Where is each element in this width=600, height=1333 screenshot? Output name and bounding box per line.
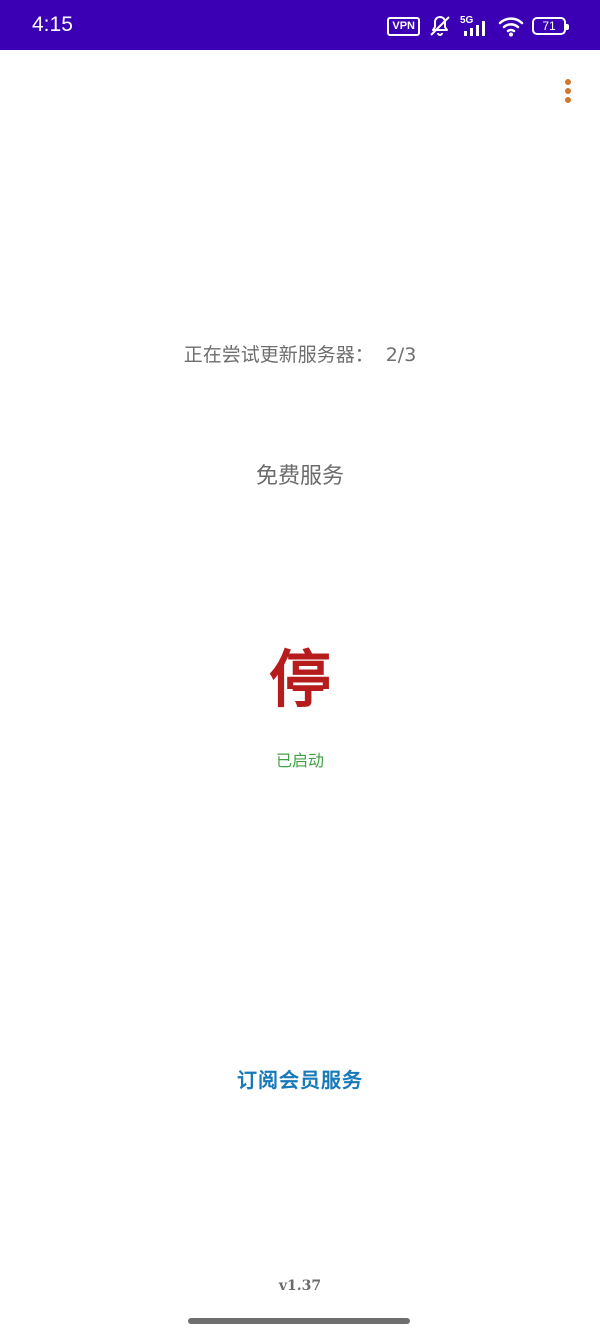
more-vert-icon[interactable] [556, 76, 580, 106]
battery-icon: 71 [532, 17, 569, 35]
svg-text:5G: 5G [460, 15, 474, 26]
battery-level: 71 [542, 19, 556, 33]
running-status: 已启动 [275, 751, 324, 770]
subscribe-membership-link[interactable]: 订阅会员服务 [0, 1066, 600, 1094]
vpn-icon: VPN [387, 16, 420, 36]
wifi-icon [498, 15, 524, 37]
stop-button[interactable]: 停 [0, 640, 600, 720]
status-icons: VPN 5G 71 [387, 13, 569, 39]
home-indicator[interactable] [188, 1318, 410, 1324]
version-label: v1.37 [278, 1278, 322, 1294]
update-status: 正在尝试更新服务器： 2/3 [0, 342, 600, 368]
menu-dot [565, 88, 571, 94]
signal-icon: 5G [460, 14, 490, 38]
service-type-label: 免费服务 [255, 464, 344, 489]
update-status-label: 正在尝试更新服务器： [183, 344, 374, 366]
menu-dot [565, 79, 571, 85]
menu-dot [565, 97, 571, 103]
status-time: 4:15 [32, 13, 73, 36]
status-bar: 4:15 VPN 5G 71 [0, 0, 600, 50]
update-status-count: 2/3 [385, 344, 417, 366]
mute-icon [428, 14, 452, 38]
